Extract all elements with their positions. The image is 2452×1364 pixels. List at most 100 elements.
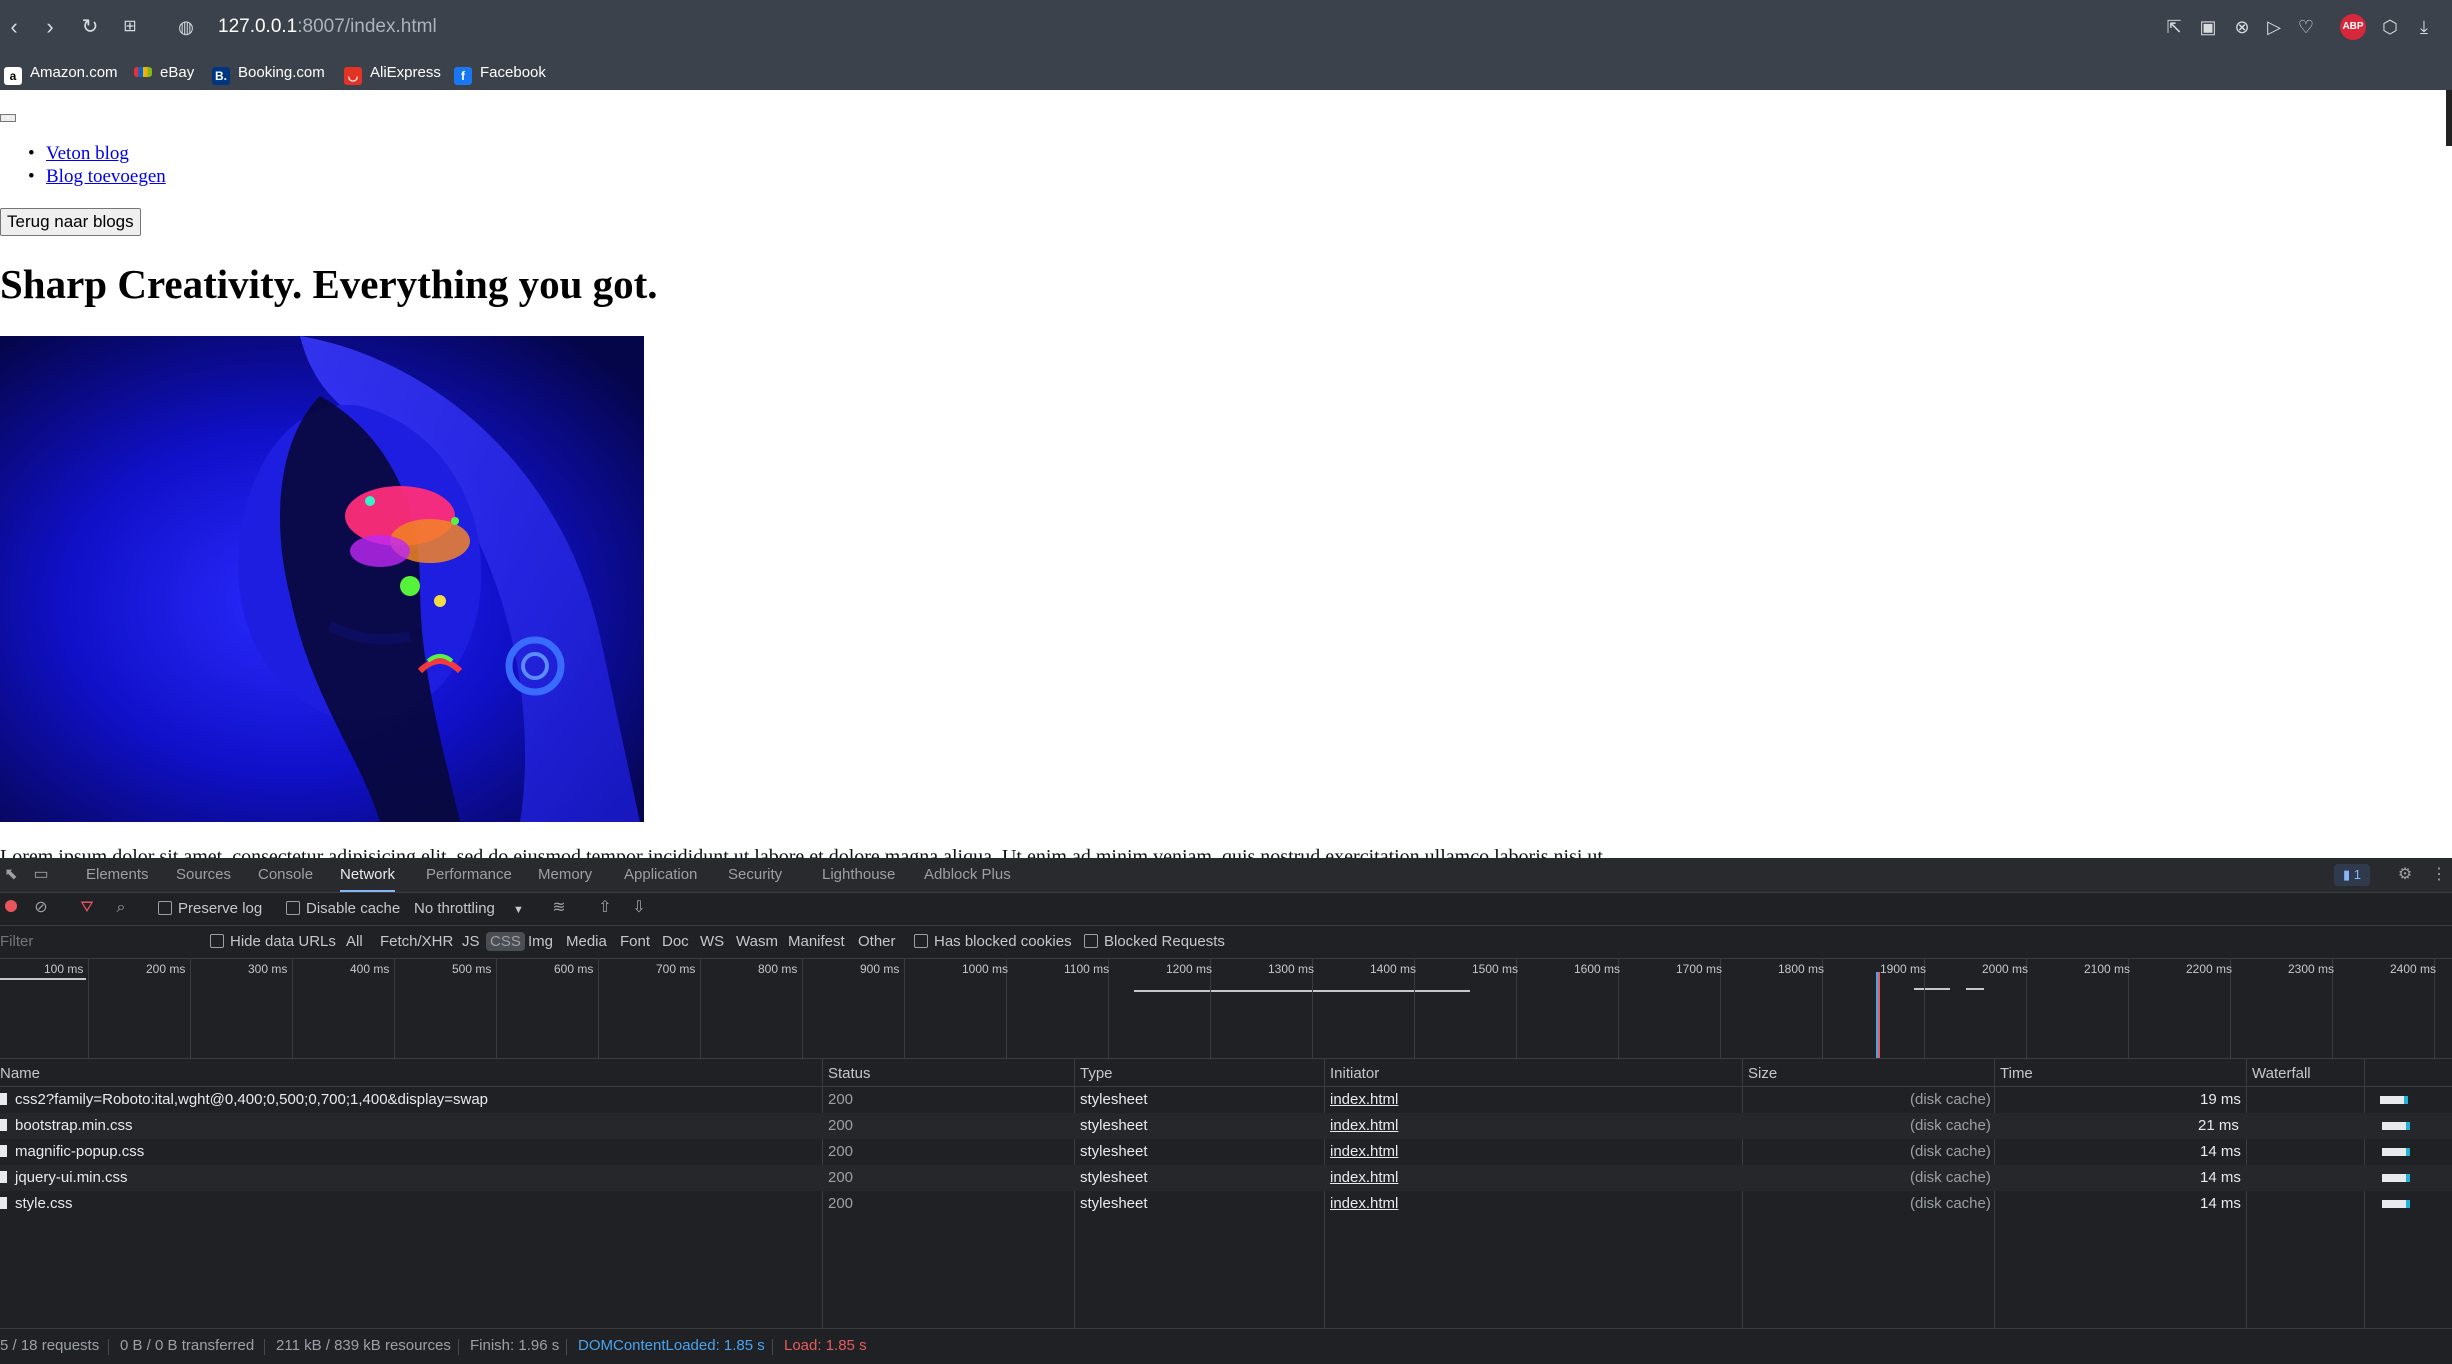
- menu-toggle-button[interactable]: [0, 114, 16, 122]
- back-to-blogs-button[interactable]: Terug naar blogs: [0, 208, 141, 236]
- address-bar[interactable]: 127.0.0.1:8007/index.html: [218, 14, 437, 40]
- filter-css[interactable]: CSS: [486, 932, 525, 951]
- request-initiator[interactable]: index.html: [1330, 1087, 1398, 1113]
- bookmark-amazon[interactable]: a Amazon.com: [4, 62, 118, 85]
- column-waterfall[interactable]: Waterfall: [2252, 1061, 2311, 1086]
- reload-icon[interactable]: ↻: [76, 13, 104, 41]
- bookmark-aliexpress[interactable]: ◡ AliExpress: [344, 62, 441, 85]
- blocked-requests-checkbox[interactable]: Blocked Requests: [1084, 925, 1225, 958]
- filter-img[interactable]: Img: [528, 932, 553, 951]
- throttling-select[interactable]: No throttling ▼: [414, 892, 524, 925]
- tab-console[interactable]: Console: [258, 858, 313, 892]
- request-initiator[interactable]: index.html: [1330, 1113, 1398, 1139]
- request-initiator[interactable]: index.html: [1330, 1165, 1398, 1191]
- import-har-icon[interactable]: ⇧: [594, 897, 616, 919]
- request-table-body: css2?family=Roboto:ital,wght@0,400;0,500…: [0, 1087, 2452, 1217]
- network-conditions-icon[interactable]: ≋: [548, 897, 570, 919]
- filter-ws[interactable]: WS: [700, 932, 724, 951]
- forward-arrow-icon[interactable]: ›: [36, 13, 64, 41]
- nav-link-add-blog[interactable]: Blog toevoegen: [46, 166, 166, 187]
- settings-gear-icon[interactable]: ⚙: [2394, 864, 2416, 886]
- tab-application[interactable]: Application: [624, 858, 697, 892]
- timeline-tick-label: 1600 ms: [1574, 962, 1621, 976]
- request-name: magnific-popup.css: [0, 1139, 144, 1165]
- camera-icon[interactable]: ▣: [2196, 15, 2220, 39]
- more-options-icon[interactable]: ⋮: [2428, 864, 2450, 886]
- filter-all[interactable]: All: [346, 932, 363, 951]
- transferred-size: 0 B / 0 B transferred: [120, 1337, 255, 1354]
- timeline-overview[interactable]: 100 ms 200 ms 300 ms 400 ms 500 ms 600 ms 700 …: [0, 958, 2452, 1059]
- tabs-grid-icon[interactable]: ⊞: [116, 13, 144, 41]
- load-marker: [1878, 972, 1880, 1058]
- tab-network[interactable]: Network: [340, 858, 396, 892]
- timeline-gridline: [700, 958, 701, 1058]
- clear-icon[interactable]: ⊘: [30, 897, 52, 919]
- tab-elements[interactable]: Elements: [86, 858, 149, 892]
- filter-js[interactable]: JS: [462, 932, 480, 951]
- bookmarks-bar: a Amazon.com eBay B. Booking.com ◡ AliExpre…: [0, 54, 2452, 91]
- checkbox-icon: [286, 901, 300, 915]
- url-path: :8007/index.html: [297, 16, 437, 37]
- column-size[interactable]: Size: [1748, 1061, 1777, 1086]
- page-scrollbar[interactable]: [2446, 90, 2452, 146]
- column-time[interactable]: Time: [2000, 1061, 2033, 1086]
- column-type[interactable]: Type: [1080, 1061, 1113, 1086]
- heart-icon[interactable]: ♡: [2294, 15, 2318, 39]
- timeline-tick-label: 100 ms: [44, 962, 84, 976]
- table-row[interactable]: css2?family=Roboto:ital,wght@0,400;0,500…: [0, 1087, 2452, 1113]
- column-status[interactable]: Status: [828, 1061, 871, 1086]
- filter-input[interactable]: [0, 929, 196, 953]
- tab-adblock-plus[interactable]: Adblock Plus: [924, 858, 1011, 892]
- search-icon[interactable]: ⌕: [110, 897, 132, 919]
- request-initiator[interactable]: index.html: [1330, 1139, 1398, 1165]
- request-initiator[interactable]: index.html: [1330, 1191, 1398, 1217]
- filter-doc[interactable]: Doc: [662, 932, 689, 951]
- back-arrow-icon[interactable]: ‹: [0, 13, 28, 41]
- file-icon: [0, 1145, 7, 1157]
- table-row[interactable]: magnific-popup.css 200 stylesheet index.…: [0, 1139, 2452, 1165]
- record-icon[interactable]: [0, 897, 22, 919]
- download-icon[interactable]: ⤓: [2412, 15, 2436, 39]
- tab-lighthouse[interactable]: Lighthouse: [822, 858, 895, 892]
- filter-media[interactable]: Media: [566, 932, 607, 951]
- request-type: stylesheet: [1080, 1143, 1148, 1160]
- has-blocked-cookies-checkbox[interactable]: Has blocked cookies: [914, 925, 1072, 958]
- tab-sources[interactable]: Sources: [176, 858, 231, 892]
- timeline-tick-label: 1500 ms: [1472, 962, 1519, 976]
- column-initiator[interactable]: Initiator: [1330, 1061, 1379, 1086]
- filter-font[interactable]: Font: [620, 932, 650, 951]
- filter-other[interactable]: Other: [858, 932, 896, 951]
- amazon-icon: a: [4, 67, 22, 85]
- table-row[interactable]: style.css 200 stylesheet index.html (dis…: [0, 1191, 2452, 1217]
- table-row[interactable]: jquery-ui.min.css 200 stylesheet index.h…: [0, 1165, 2452, 1191]
- preserve-log-checkbox[interactable]: Preserve log: [158, 892, 262, 925]
- filter-wasm[interactable]: Wasm: [736, 932, 778, 951]
- blog-title: Sharp Creativity. Everything you got.: [0, 261, 658, 307]
- share-icon[interactable]: ⇱: [2162, 15, 2186, 39]
- filter-icon[interactable]: ⛛: [76, 897, 98, 919]
- tab-memory[interactable]: Memory: [538, 858, 592, 892]
- table-row[interactable]: bootstrap.min.css 200 stylesheet index.h…: [0, 1113, 2452, 1139]
- disable-cache-checkbox[interactable]: Disable cache: [286, 892, 400, 925]
- hide-data-urls-checkbox[interactable]: Hide data URLs: [210, 925, 336, 958]
- export-har-icon[interactable]: ⇩: [628, 897, 650, 919]
- inspect-icon[interactable]: ⬉: [0, 864, 22, 886]
- send-icon[interactable]: ▷: [2262, 15, 2286, 39]
- issues-badge[interactable]: ▮ 1: [2334, 864, 2370, 886]
- bookmark-ebay[interactable]: eBay: [134, 62, 194, 84]
- request-status: 200: [828, 1143, 854, 1160]
- adblock-plus-icon[interactable]: ABP: [2340, 14, 2366, 40]
- nav-link-veton-blog[interactable]: Veton blog: [46, 143, 129, 164]
- tab-security[interactable]: Security: [728, 858, 782, 892]
- block-icon[interactable]: ⊗: [2230, 15, 2254, 39]
- bookmark-label: Amazon.com: [30, 64, 118, 81]
- column-name[interactable]: Name: [0, 1061, 40, 1086]
- device-toggle-icon[interactable]: ▭: [30, 864, 52, 886]
- request-size: (disk cache): [1910, 1195, 1991, 1212]
- filter-manifest[interactable]: Manifest: [788, 932, 845, 951]
- bookmark-facebook[interactable]: f Facebook: [454, 62, 546, 85]
- filter-fetch-xhr[interactable]: Fetch/XHR: [380, 932, 453, 951]
- tab-performance[interactable]: Performance: [426, 858, 512, 892]
- bookmark-booking[interactable]: B. Booking.com: [212, 62, 325, 85]
- cube-icon[interactable]: ⬡: [2378, 15, 2402, 39]
